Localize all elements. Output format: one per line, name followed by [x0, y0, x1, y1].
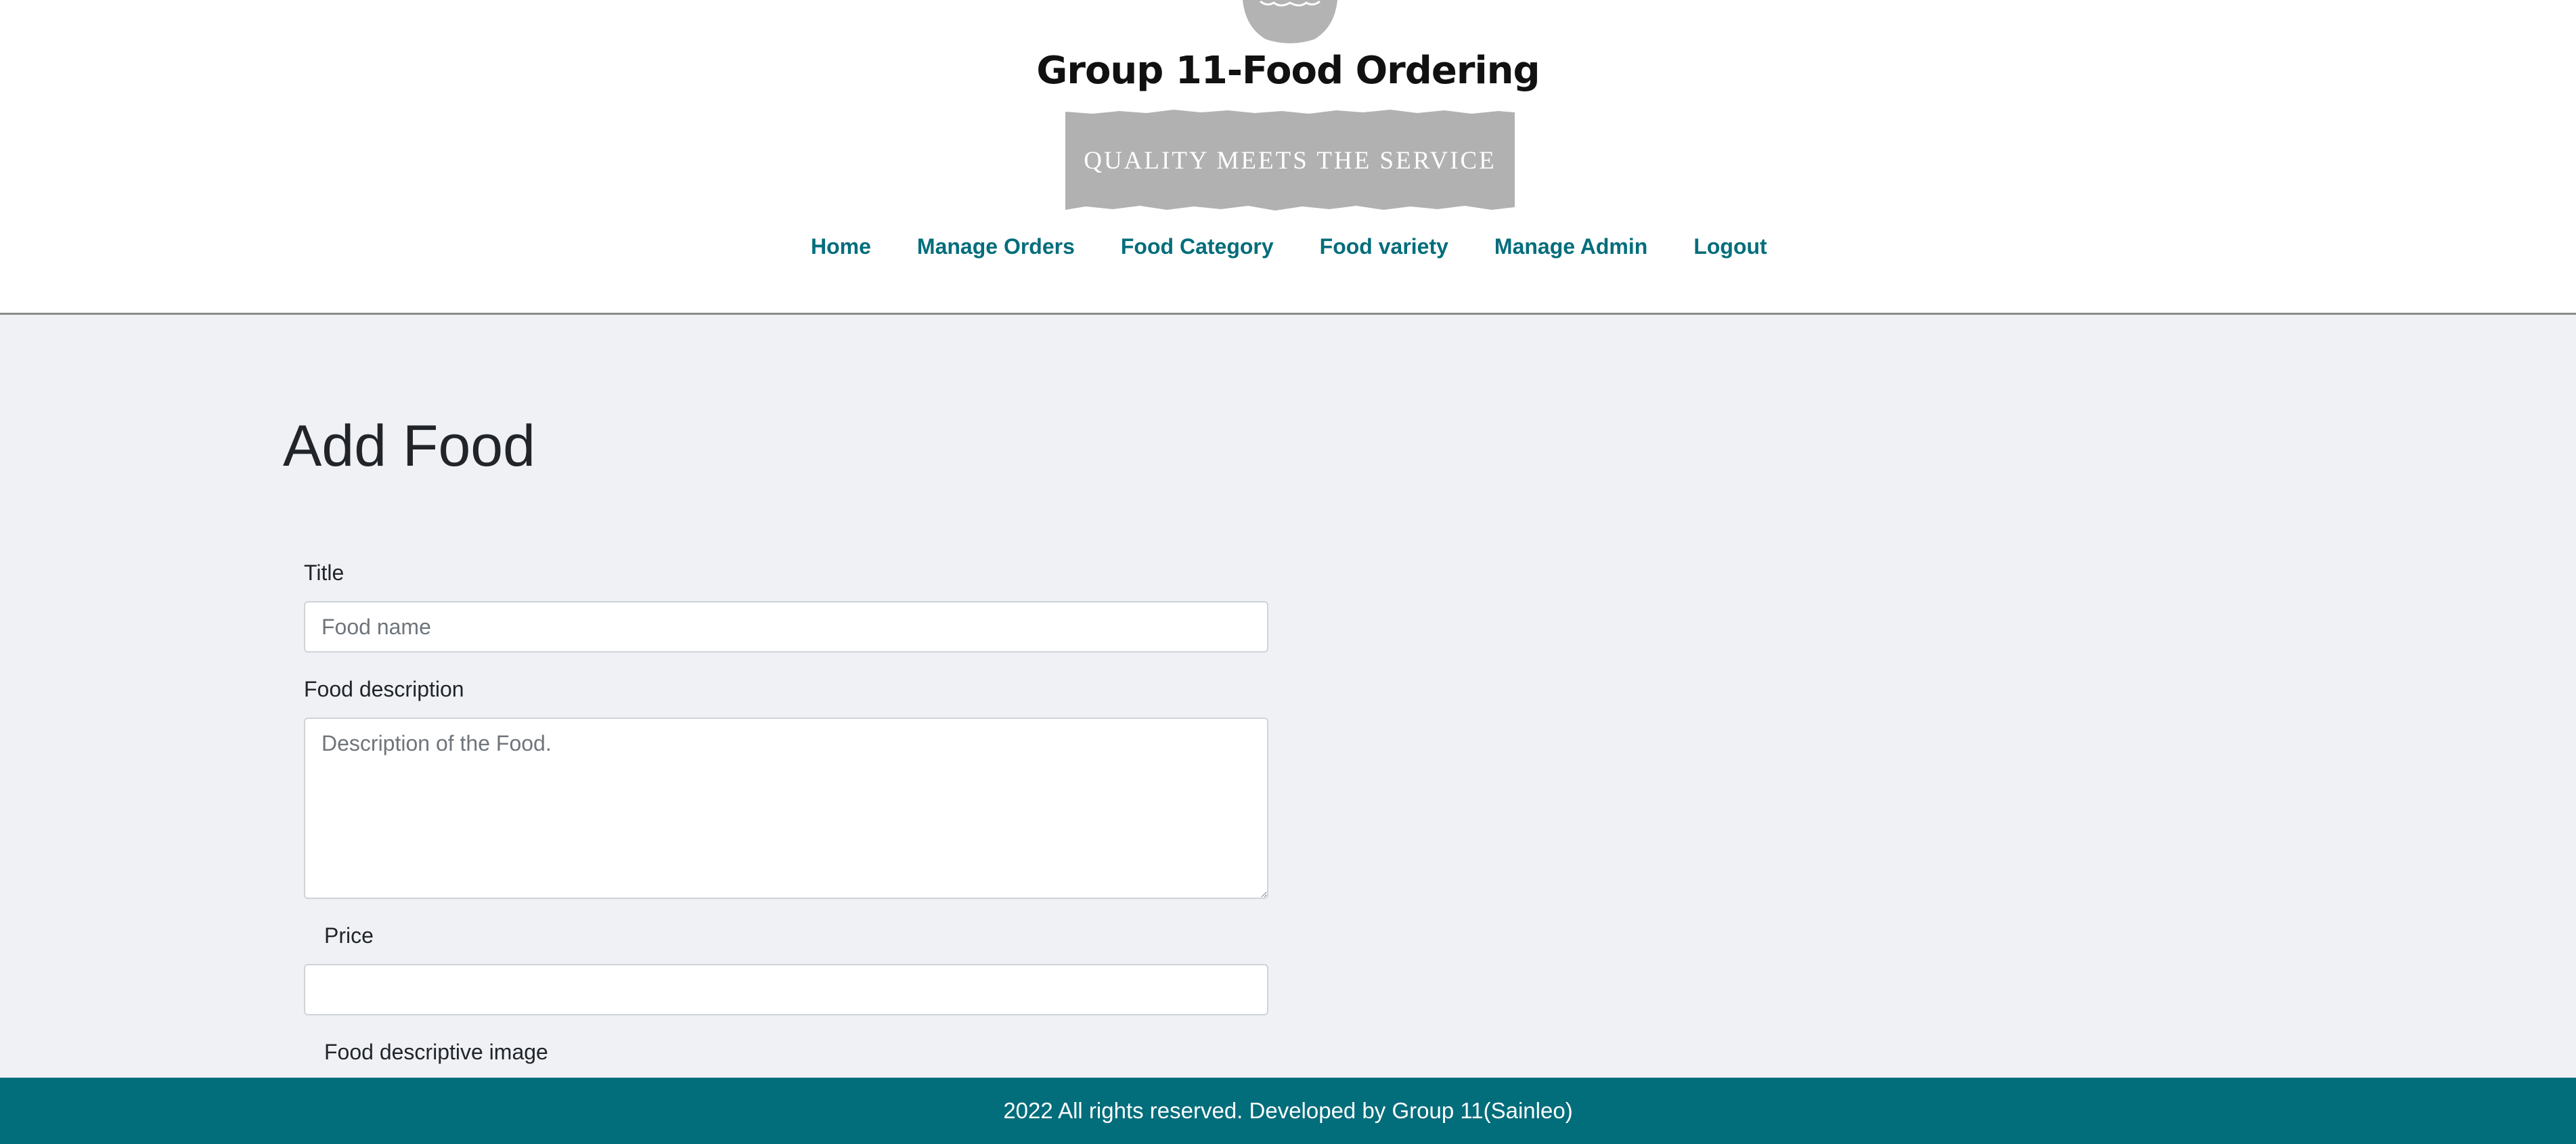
price-label: Price [324, 923, 374, 948]
title-label: Title [304, 560, 345, 585]
site-header: Group 11-Food Ordering Quality meets the… [0, 0, 2576, 315]
site-title: Group 11-Food Ordering [1036, 49, 1540, 93]
food-title-input[interactable] [304, 601, 1268, 653]
food-description-textarea[interactable] [304, 718, 1268, 899]
nav-manage-admin[interactable]: Manage Admin [1471, 234, 1670, 259]
description-label: Food description [304, 677, 464, 701]
food-price-input[interactable] [304, 964, 1268, 1015]
nav-food-variety[interactable]: Food variety [1297, 234, 1471, 259]
image-label: Food descriptive image [324, 1040, 548, 1064]
nav-manage-orders[interactable]: Manage Orders [894, 234, 1098, 259]
footer-copyright: 2022 All rights reserved. Developed by G… [1003, 1098, 1573, 1123]
nav-home[interactable]: Home [788, 234, 894, 259]
page-title: Add Food [283, 414, 535, 479]
nav-logout[interactable]: Logout [1670, 234, 1790, 259]
main-nav: Home Manage Orders Food Category Food va… [788, 234, 1790, 259]
banner-tagline: Quality meets the service [1084, 146, 1496, 175]
tagline-banner: Quality meets the service [1065, 108, 1515, 213]
nav-food-category[interactable]: Food Category [1098, 234, 1297, 259]
bowl-logo-icon [1243, 0, 1337, 43]
site-footer: 2022 All rights reserved. Developed by G… [0, 1078, 2576, 1144]
